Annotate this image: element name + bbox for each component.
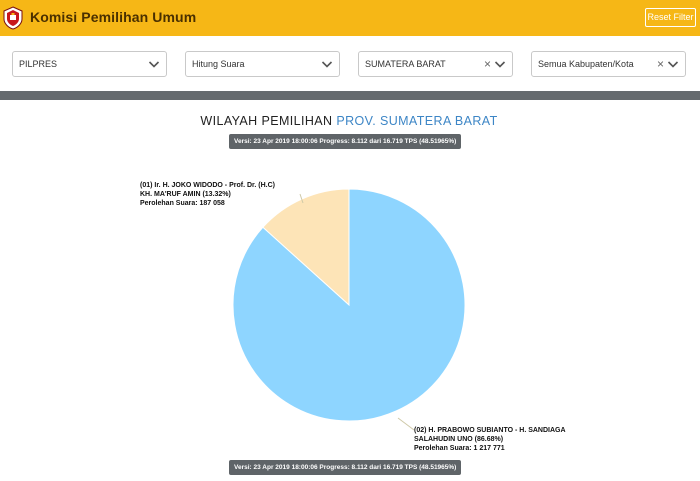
kpu-logo-icon (3, 6, 23, 30)
regency-select-value: Semua Kabupaten/Kota (538, 59, 634, 69)
version-badge-bottom: Versi: 23 Apr 2019 18:00:06 Progress: 8.… (229, 460, 462, 475)
province-select[interactable]: SUMATERA BARAT × (358, 51, 513, 77)
election-select[interactable]: PILPRES (12, 51, 167, 77)
top-bar: Komisi Pemilihan Umum Reset Filter (0, 0, 700, 36)
regency-select[interactable]: Semua Kabupaten/Kota × (531, 51, 686, 77)
candidate-01-name-line1: (01) Ir. H. JOKO WIDODO - Prof. Dr. (H.C… (140, 182, 275, 189)
reset-filter-button[interactable]: Reset Filter (645, 8, 696, 27)
candidate-02-name-line2: SALAHUDIN UNO (86.68%) (414, 436, 504, 443)
results-panel: WILAYAH PEMILIHAN PROV. SUMATERA BARAT V… (0, 100, 700, 481)
province-select-value: SUMATERA BARAT (365, 59, 446, 69)
mode-select-value: Hitung Suara (192, 59, 245, 69)
vote-pie-chart (232, 188, 466, 431)
candidate-02-name-line1: (02) H. PRABOWO SUBIANTO - H. SANDIAGA (414, 427, 566, 434)
candidate-01-votes: Perolehan Suara: 187 058 (140, 200, 225, 207)
candidate-01-name-line2: KH. MA'RUF AMIN (13.32%) (140, 191, 231, 198)
clear-icon[interactable]: × (657, 57, 664, 71)
clear-icon[interactable]: × (484, 57, 491, 71)
candidate-01-label: (01) Ir. H. JOKO WIDODO - Prof. Dr. (H.C… (140, 181, 275, 208)
chevron-down-icon (494, 61, 506, 68)
chevron-down-icon (148, 61, 160, 68)
candidate-02-label: (02) H. PRABOWO SUBIANTO - H. SANDIAGA S… (414, 426, 566, 453)
candidate-02-votes: Perolehan Suara: 1 217 771 (414, 445, 505, 452)
election-select-value: PILPRES (19, 59, 58, 69)
mode-select[interactable]: Hitung Suara (185, 51, 340, 77)
filter-bar: PILPRES Hitung Suara SUMATERA BARAT × Se… (0, 36, 700, 91)
candidate-02-connector (397, 417, 415, 431)
chevron-down-icon (321, 61, 333, 68)
section-divider (0, 91, 700, 100)
app-title: Komisi Pemilihan Umum (30, 9, 197, 25)
chevron-down-icon (667, 61, 679, 68)
